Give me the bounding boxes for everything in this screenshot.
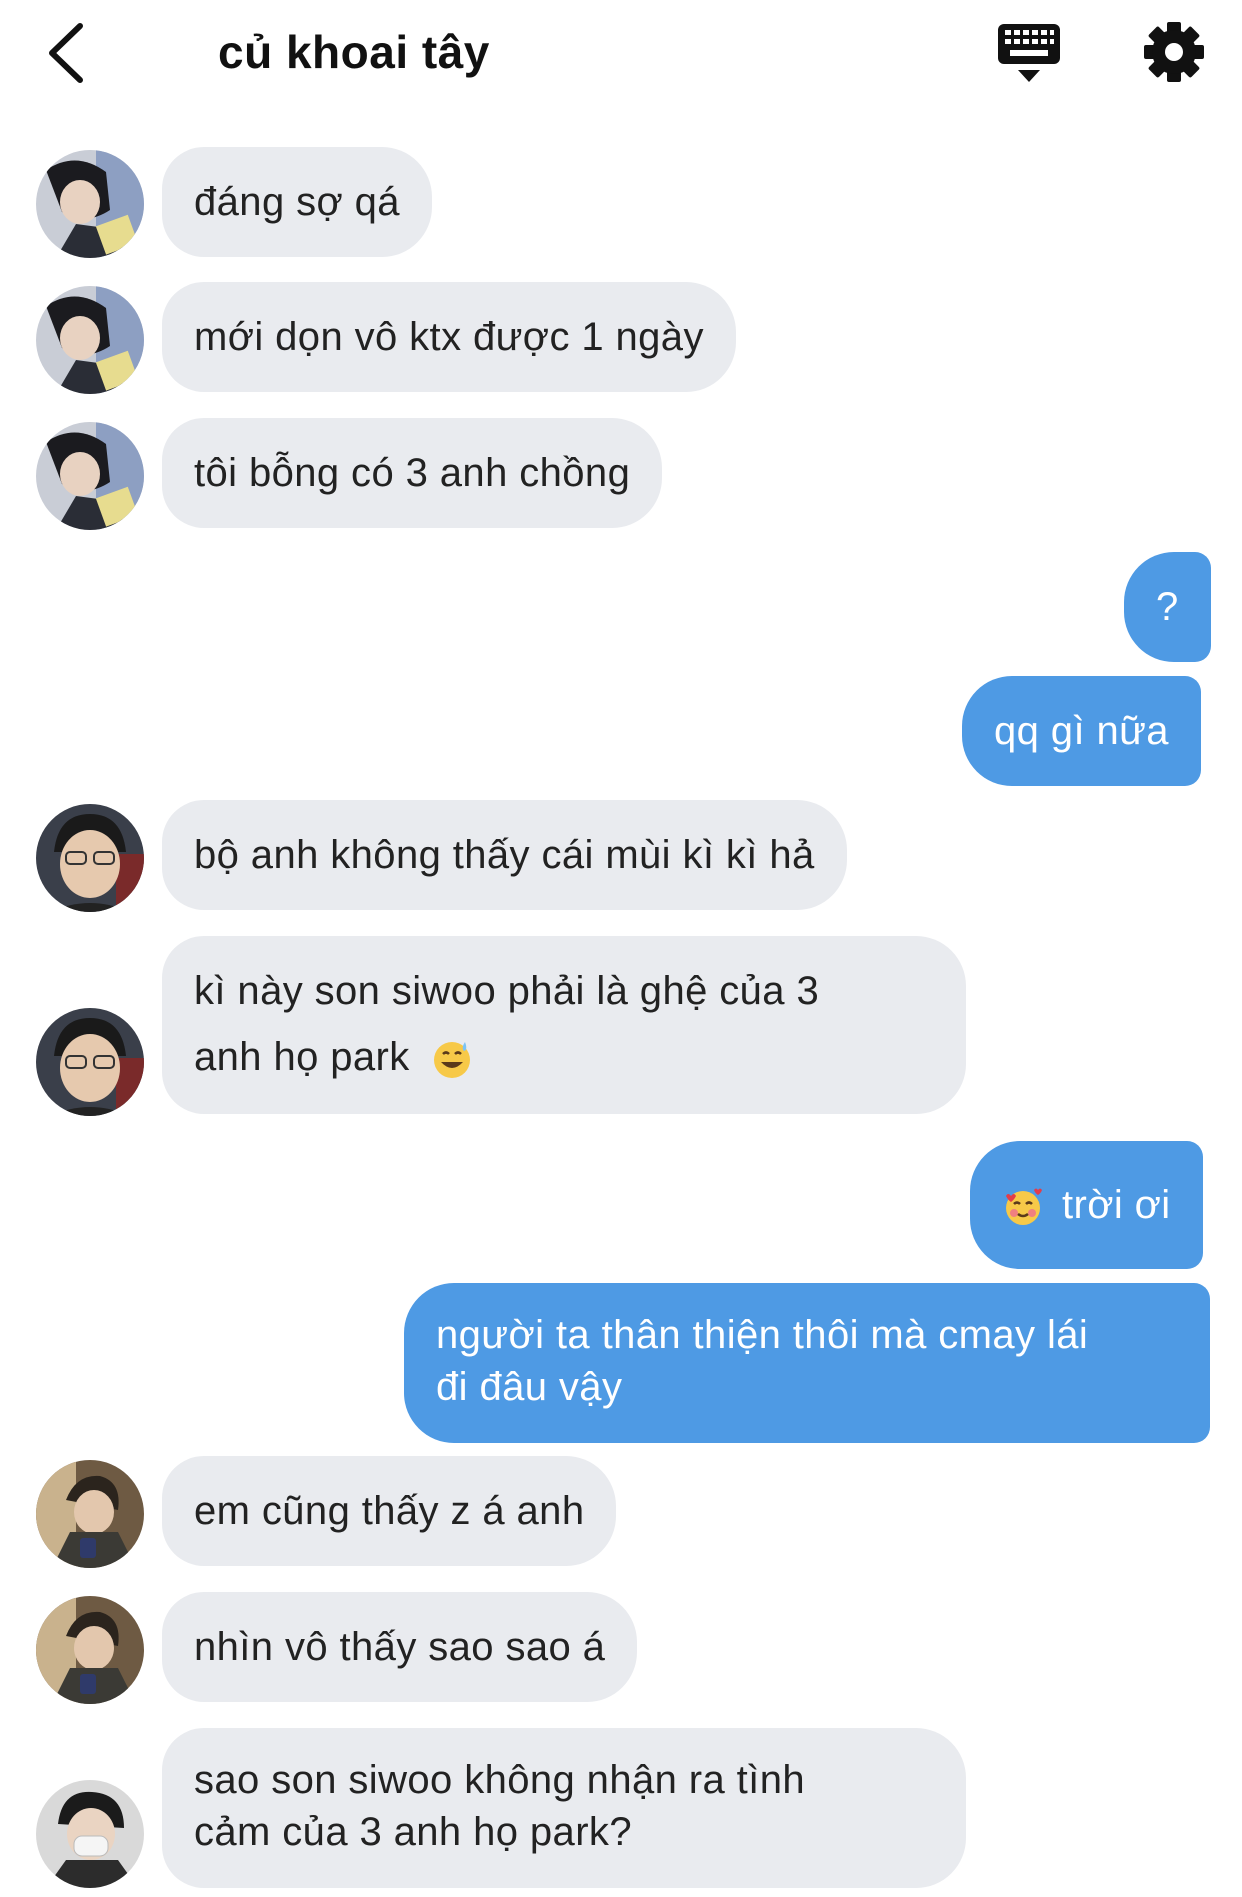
outgoing-message[interactable]: ? bbox=[1124, 552, 1211, 662]
smiling-hearts-emoji-icon bbox=[1006, 1188, 1042, 1226]
avatar-a-image bbox=[36, 286, 144, 394]
message-text: qq gì nữa bbox=[994, 709, 1169, 753]
message-text: nhìn vô thấy sao sao á bbox=[194, 1625, 606, 1669]
avatar[interactable] bbox=[36, 1460, 144, 1568]
avatar[interactable] bbox=[36, 1008, 144, 1116]
message-text: tôi bỗng có 3 anh chồng bbox=[194, 451, 631, 495]
avatar[interactable] bbox=[36, 150, 144, 258]
avatar-b-image bbox=[36, 804, 144, 912]
keyboard-icon bbox=[998, 24, 1060, 82]
avatar-d-image bbox=[36, 1780, 144, 1888]
incoming-message[interactable]: mới dọn vô ktx được 1 ngày bbox=[162, 282, 736, 392]
message-text: mới dọn vô ktx được 1 ngày bbox=[194, 315, 704, 359]
avatar-a-image bbox=[36, 422, 144, 530]
message-text-line: đi đâu vậy bbox=[436, 1365, 623, 1409]
avatar-b-image bbox=[36, 1008, 144, 1116]
avatar[interactable] bbox=[36, 1780, 144, 1888]
back-button[interactable] bbox=[36, 18, 96, 88]
outgoing-message[interactable]: người ta thân thiện thôi mà cmay lái đi … bbox=[404, 1283, 1210, 1443]
settings-button[interactable] bbox=[1142, 20, 1206, 84]
avatar[interactable] bbox=[36, 1596, 144, 1704]
incoming-message[interactable]: sao son siwoo không nhận ra tình cảm của… bbox=[162, 1728, 966, 1888]
avatar[interactable] bbox=[36, 286, 144, 394]
outgoing-message[interactable]: qq gì nữa bbox=[962, 676, 1201, 786]
chat-header: củ khoai tây bbox=[0, 0, 1242, 110]
incoming-message[interactable]: nhìn vô thấy sao sao á bbox=[162, 1592, 638, 1702]
message-text-line: kì này son siwoo phải là ghệ của 3 bbox=[194, 969, 820, 1013]
message-text: anh họ park bbox=[194, 1035, 410, 1079]
incoming-message[interactable]: đáng sợ qá bbox=[162, 147, 432, 257]
message-text: bộ anh không thấy cái mùi kì kì hả bbox=[194, 833, 815, 877]
message-text-line: người ta thân thiện thôi mà cmay lái bbox=[436, 1313, 1089, 1357]
gear-icon bbox=[1144, 22, 1204, 82]
incoming-message[interactable]: em cũng thấy z á anh bbox=[162, 1456, 617, 1566]
avatar-c-image bbox=[36, 1460, 144, 1568]
message-text-line: cảm của 3 anh họ park? bbox=[194, 1810, 632, 1854]
avatar[interactable] bbox=[36, 422, 144, 530]
chat-title: củ khoai tây bbox=[218, 26, 490, 78]
outgoing-message[interactable]: trời ơi bbox=[970, 1141, 1203, 1269]
message-text: ? bbox=[1156, 585, 1179, 629]
chevron-left-icon bbox=[49, 23, 83, 83]
message-text-line: sao son siwoo không nhận ra tình bbox=[194, 1758, 805, 1802]
message-text-line: anh họ park bbox=[194, 1024, 934, 1090]
message-text: trời ơi bbox=[1062, 1183, 1171, 1227]
avatar-c-image bbox=[36, 1596, 144, 1704]
incoming-message[interactable]: kì này son siwoo phải là ghệ của 3 anh h… bbox=[162, 936, 966, 1114]
avatar-a-image bbox=[36, 150, 144, 258]
incoming-message[interactable]: bộ anh không thấy cái mùi kì kì hả bbox=[162, 800, 847, 910]
grinning-sweat-emoji-icon bbox=[434, 1042, 471, 1079]
avatar[interactable] bbox=[36, 804, 144, 912]
incoming-message[interactable]: tôi bỗng có 3 anh chồng bbox=[162, 418, 663, 528]
message-text: đáng sợ qá bbox=[194, 180, 400, 224]
message-text: em cũng thấy z á anh bbox=[194, 1489, 585, 1533]
keyboard-button[interactable] bbox=[996, 20, 1062, 86]
